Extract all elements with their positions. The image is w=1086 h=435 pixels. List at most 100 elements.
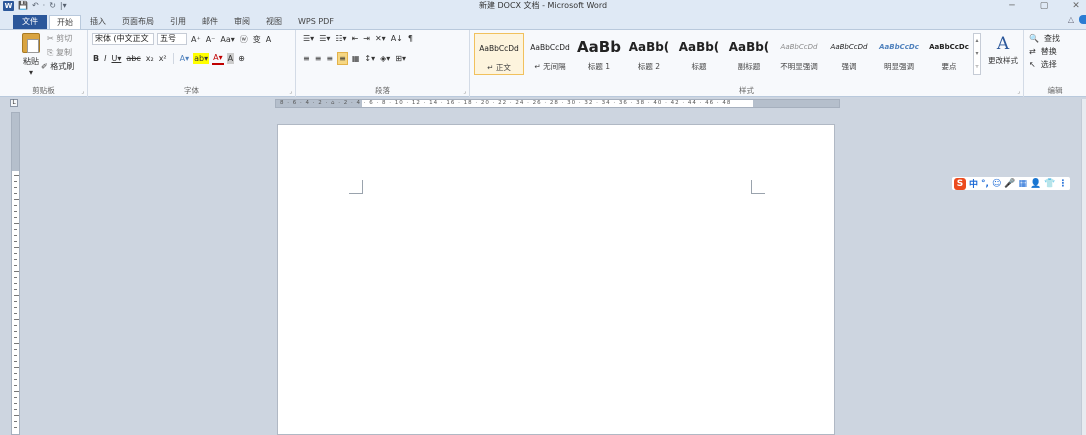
style-subtle-emphasis[interactable]: AaBbCcDd 不明显强调 (774, 33, 824, 75)
ruler-tick (14, 331, 17, 332)
ruler-tick (14, 235, 17, 236)
paragraph-launcher-icon[interactable]: ⌟ (463, 88, 466, 95)
chinese-layout-icon[interactable]: ✕▾ (374, 33, 387, 44)
document-page[interactable] (277, 124, 835, 435)
ruler-tick (14, 355, 17, 356)
superscript-button[interactable]: x² (158, 53, 168, 64)
punctuation-icon[interactable]: °, (981, 179, 989, 189)
collapse-ribbon-icon[interactable]: △ (1068, 15, 1074, 24)
keyboard-icon[interactable]: ▦ (1019, 179, 1028, 189)
qat-dot: · (42, 1, 46, 10)
maximize-icon[interactable]: ▢ (1038, 1, 1050, 11)
char-shading-button[interactable]: A (226, 53, 235, 64)
borders-icon[interactable]: ⊞▾ (394, 53, 407, 64)
phonetic-guide-icon[interactable]: ⓦ (239, 34, 249, 45)
subscript-button[interactable]: x₂ (145, 53, 155, 64)
tab-page-layout[interactable]: 页面布局 (115, 15, 161, 29)
vertical-ruler[interactable] (11, 112, 20, 435)
style-heading-2[interactable]: AaBb( 标题 2 (624, 33, 674, 75)
font-size-combo[interactable]: 五号 (157, 33, 187, 45)
shading-icon[interactable]: ◈▾ (379, 53, 391, 64)
emoji-icon[interactable]: ☺ (992, 179, 1001, 189)
decrease-indent-icon[interactable]: ⇤ (351, 33, 360, 44)
font-color-icon[interactable]: A▾ (212, 52, 224, 65)
align-left-icon[interactable]: ≡ (302, 53, 311, 64)
tab-review[interactable]: 审阅 (227, 15, 257, 29)
ruler-ticks: 8 · 6 · 4 · 2 · ⌂ · 2 · 4 · 6 · 8 · 10 ·… (280, 100, 732, 106)
tab-selector[interactable]: L (10, 99, 18, 107)
tab-home[interactable]: 开始 (49, 15, 81, 29)
increase-indent-icon[interactable]: ⇥ (362, 33, 371, 44)
paste-dropdown-icon[interactable]: ▾ (28, 67, 34, 78)
tab-mailings[interactable]: 邮件 (195, 15, 225, 29)
show-marks-icon[interactable]: ¶ (407, 33, 414, 44)
format-painter-button[interactable]: ✐ 格式刷 (40, 61, 75, 72)
redo-icon[interactable]: ↻ (49, 1, 56, 11)
font-launcher-icon[interactable]: ⌟ (289, 88, 292, 95)
enclose-char-icon[interactable]: ⊕ (237, 53, 246, 64)
bold-button[interactable]: B (92, 53, 100, 64)
style-normal[interactable]: AaBbCcDd ↵ 正文 (474, 33, 524, 75)
tab-wps-pdf[interactable]: WPS PDF (291, 15, 341, 29)
style-subtitle[interactable]: AaBb( 副标题 (724, 33, 774, 75)
copy-button[interactable]: ⎘ 复制 (46, 47, 73, 58)
word-app-icon[interactable]: W (3, 1, 14, 11)
horizontal-ruler[interactable]: 8 · 6 · 4 · 2 · ⌂ · 2 · 4 · 6 · 8 · 10 ·… (275, 99, 840, 108)
replace-button[interactable]: 替换 (1040, 46, 1058, 57)
minimize-icon[interactable]: ─ (1006, 1, 1018, 11)
style-heading-1[interactable]: AaBb 标题 1 (574, 33, 624, 75)
styles-launcher-icon[interactable]: ⌟ (1017, 88, 1020, 95)
sort-icon[interactable]: A↓ (390, 33, 404, 44)
style-strong[interactable]: AaBbCcDc 要点 (924, 33, 974, 75)
tab-references[interactable]: 引用 (163, 15, 193, 29)
close-icon[interactable]: ✕ (1070, 1, 1082, 11)
styles-scroll-arrows[interactable]: ▴ ▾ ▿ (973, 33, 981, 75)
ime-language-toggle[interactable]: 中 (969, 177, 978, 190)
style-title[interactable]: AaBb( 标题 (674, 33, 724, 75)
char-border-icon[interactable]: A (265, 34, 272, 45)
text-effects-icon[interactable]: A▾ (179, 53, 191, 64)
align-center-icon[interactable]: ≡ (314, 53, 323, 64)
shrink-font-icon[interactable]: A⁻ (205, 34, 217, 45)
strikethrough-button[interactable]: abc (125, 53, 141, 64)
underline-button[interactable]: U▾ (110, 53, 122, 64)
ime-menu-icon[interactable]: ⋮ (1059, 179, 1068, 189)
help-icon[interactable] (1079, 15, 1086, 24)
microphone-icon[interactable]: 🎤 (1004, 179, 1015, 189)
style-intense-emphasis[interactable]: AaBbCcDc 明显强调 (874, 33, 924, 75)
skin-icon[interactable]: 👕 (1044, 179, 1055, 189)
grow-font-icon[interactable]: A⁺ (190, 34, 202, 45)
save-icon[interactable]: 💾 (18, 1, 28, 11)
clipboard-group-label: 剪贴板 (32, 86, 55, 95)
bullets-icon[interactable]: ☰▾ (302, 33, 315, 44)
style-name: 要点 (941, 62, 957, 71)
char-shading-icon[interactable]: 变 (252, 34, 262, 45)
paste-icon[interactable] (22, 33, 40, 53)
align-right-icon[interactable]: ≡ (325, 53, 334, 64)
find-button[interactable]: 查找 (1043, 33, 1061, 44)
line-spacing-icon[interactable]: ↕▾ (363, 53, 376, 64)
style-no-spacing[interactable]: AaBbCcDd ↵ 无间隔 (525, 33, 575, 75)
clipboard-launcher-icon[interactable]: ⌟ (81, 88, 84, 95)
numbering-icon[interactable]: ☰▾ (318, 33, 331, 44)
multilevel-list-icon[interactable]: ☷▾ (334, 33, 347, 44)
undo-icon[interactable]: ↶ (32, 1, 39, 11)
change-case-icon[interactable]: Aa▾ (219, 34, 235, 45)
paste-button[interactable]: 粘贴 (22, 56, 40, 67)
customize-qat-icon[interactable]: |▾ (60, 1, 67, 11)
change-styles-button[interactable]: A 更改样式 (984, 33, 1022, 66)
justify-icon[interactable]: ≡ (337, 52, 348, 65)
tab-view[interactable]: 视图 (259, 15, 289, 29)
user-icon[interactable]: 👤 (1030, 179, 1041, 189)
style-emphasis[interactable]: AaBbCcDd 强调 (824, 33, 874, 75)
vertical-scrollbar[interactable] (1081, 99, 1086, 435)
select-button[interactable]: 选择 (1040, 59, 1058, 70)
highlight-color-icon[interactable]: ab▾ (193, 53, 210, 64)
italic-button[interactable]: I (103, 53, 107, 64)
font-name-combo[interactable]: 宋体 (中文正文 (92, 33, 154, 45)
tab-insert[interactable]: 插入 (83, 15, 113, 29)
cut-button[interactable]: ✂ 剪切 (46, 33, 73, 44)
distributed-icon[interactable]: ▦ (351, 53, 361, 64)
tab-file[interactable]: 文件 (13, 15, 47, 29)
sogou-logo-icon[interactable]: S (954, 177, 966, 190)
